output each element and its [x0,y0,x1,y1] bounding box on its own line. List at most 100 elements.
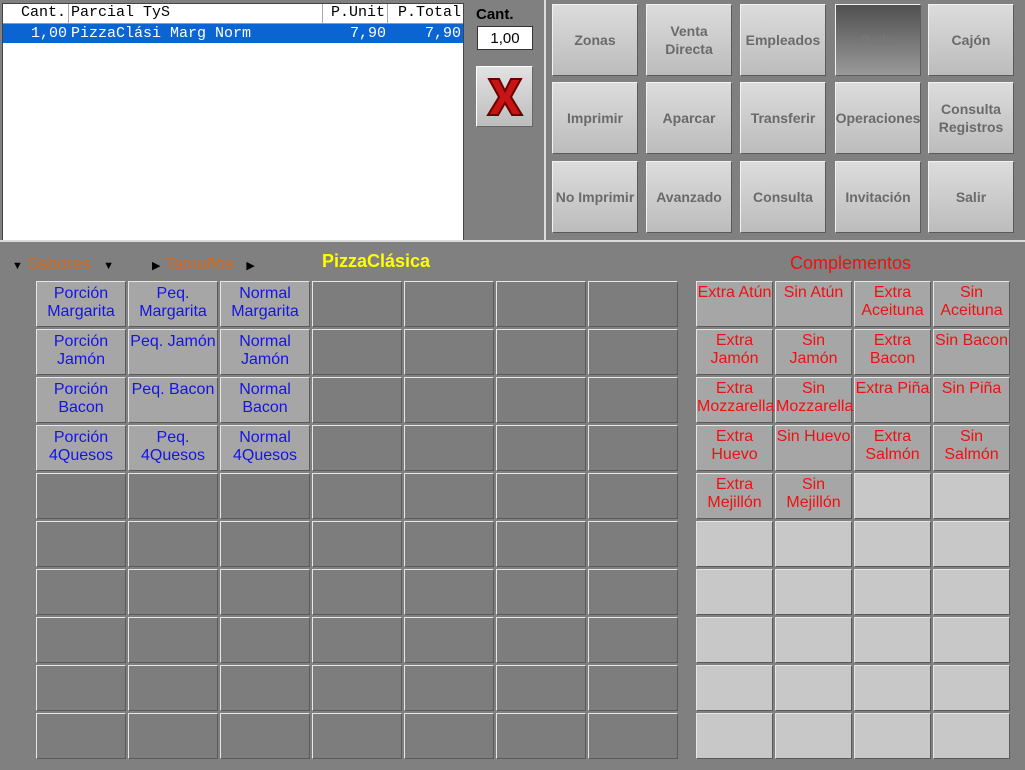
empty-complement-slot [775,569,852,615]
sizes-selector[interactable]: ▶ Tamaños ▶ [152,254,255,274]
empty-product-slot [220,521,310,567]
empty-product-slot [36,617,126,663]
product-button-normal-jamon[interactable]: Normal Jamón [220,329,310,375]
empty-complement-slot [854,665,931,711]
empty-complement-slot [854,521,931,567]
complement-button-extra-jamon[interactable]: Extra Jamón [696,329,773,375]
complement-button-sin-jamon[interactable]: Sin Jamón [775,329,852,375]
empty-complement-slot [775,713,852,759]
product-button-porcion-bacon[interactable]: Porción Bacon [36,377,126,423]
empty-product-slot [128,665,218,711]
complements-title: Complementos [790,253,912,273]
consulta-button[interactable]: Consulta [740,161,826,233]
zonas-button[interactable]: Zonas [552,4,638,76]
empty-product-slot [128,617,218,663]
empty-product-slot [496,521,586,567]
empty-product-slot [496,473,586,519]
empty-product-slot [312,473,402,519]
empty-product-slot [496,713,586,759]
complement-button-sin-salmon[interactable]: Sin Salmón [933,425,1010,471]
aparcar-button[interactable]: Aparcar [646,82,732,154]
complement-button-extra-aceituna[interactable]: Extra Aceituna [854,281,931,327]
operaciones-button[interactable]: Operaciones [835,82,921,154]
quantity-label: Cant. [476,6,514,23]
invitacion-button[interactable]: Invitación [835,161,921,233]
cajon-button[interactable]: Cajón [928,4,1014,76]
empty-product-slot [220,665,310,711]
complement-button-extra-atun[interactable]: Extra Atún [696,281,773,327]
empty-product-slot [36,713,126,759]
imprimir-button[interactable]: Imprimir [552,82,638,154]
section-divider [0,240,1025,242]
delete-line-button[interactable] [476,66,533,127]
red-x-icon [485,77,524,116]
product-button-peq-4quesos[interactable]: Peq. 4Quesos [128,425,218,471]
venta-directa-button[interactable]: Venta Directa [646,4,732,76]
empty-product-slot [404,569,494,615]
empty-complement-slot [933,665,1010,711]
salir-button[interactable]: Salir [928,161,1014,233]
ticket-header-row: Cant. Parcial TyS P.Unit P.Total [3,4,463,24]
empleados-button[interactable]: Empleados [740,4,826,76]
sizes-label: Tamaños [164,254,234,273]
empty-product-slot [588,473,678,519]
empty-product-slot [220,617,310,663]
empty-product-slot [496,425,586,471]
complement-button-sin-bacon[interactable]: Sin Bacon [933,329,1010,375]
product-family-title: PizzaClásica [322,251,431,271]
complement-button-sin-mejillon[interactable]: Sin Mejillón [775,473,852,519]
ticket-row[interactable]: 1,00 PizzaClási Marg Norm 7,90 7,90 [3,24,463,43]
pedir-button[interactable]: Pedir [835,4,921,76]
complement-button-extra-mejillon[interactable]: Extra Mejillón [696,473,773,519]
complement-button-sin-mozzarella[interactable]: Sin Mozzarella [775,377,853,423]
product-button-porcion-jamon[interactable]: Porción Jamón [36,329,126,375]
complement-button-extra-mozzarella[interactable]: Extra Mozzarella [696,377,774,423]
complement-button-sin-huevo[interactable]: Sin Huevo [775,425,852,471]
empty-complement-slot [933,569,1010,615]
complement-button-extra-bacon[interactable]: Extra Bacon [854,329,931,375]
empty-complement-slot [696,713,773,759]
empty-product-slot [128,473,218,519]
quantity-input[interactable] [477,26,533,50]
complement-button-extra-salmon[interactable]: Extra Salmón [854,425,931,471]
product-button-peq-margarita[interactable]: Peq. Margarita [128,281,218,327]
caret-right-icon: ▶ [152,260,161,272]
empty-product-slot [404,665,494,711]
caret-down-icon: ▼ [103,260,115,272]
empty-product-slot [36,569,126,615]
empty-product-slot [588,713,678,759]
empty-product-slot [220,713,310,759]
complement-button-extra-huevo[interactable]: Extra Huevo [696,425,773,471]
product-button-porcion-4quesos[interactable]: Porción 4Quesos [36,425,126,471]
product-button-peq-jamon[interactable]: Peq. Jamón [128,329,218,375]
column-header-total-price[interactable]: P.Total [388,4,463,23]
column-header-description[interactable]: Parcial TyS [69,4,323,23]
product-button-normal-4quesos[interactable]: Normal 4Quesos [220,425,310,471]
column-header-qty[interactable]: Cant. [3,4,69,23]
complement-button-extra-pina[interactable]: Extra Piña [854,377,931,423]
empty-product-slot [496,377,586,423]
product-button-normal-margarita[interactable]: Normal Margarita [220,281,310,327]
empty-product-slot [128,521,218,567]
empty-product-slot [404,521,494,567]
complement-button-sin-atun[interactable]: Sin Atún [775,281,852,327]
empty-product-slot [128,569,218,615]
transferir-button[interactable]: Transferir [740,82,826,154]
empty-product-slot [312,617,402,663]
empty-product-slot [36,473,126,519]
empty-product-slot [404,329,494,375]
product-button-normal-bacon[interactable]: Normal Bacon [220,377,310,423]
empty-complement-slot [854,617,931,663]
complement-button-sin-aceituna[interactable]: Sin Aceituna [933,281,1010,327]
product-button-peq-bacon[interactable]: Peq. Bacon [128,377,218,423]
column-header-unit-price[interactable]: P.Unit [323,4,388,23]
consulta-registros-button[interactable]: Consulta Registros [928,82,1014,154]
flavors-dropdown[interactable]: ▼ Sabores ▼ [12,254,114,274]
avanzado-button[interactable]: Avanzado [646,161,732,233]
empty-product-slot [496,617,586,663]
no-imprimir-button[interactable]: No Imprimir [552,161,638,233]
product-button-porcion-margarita[interactable]: Porción Margarita [36,281,126,327]
complement-button-sin-pina[interactable]: Sin Piña [933,377,1010,423]
caret-down-icon: ▼ [12,260,23,272]
empty-complement-slot [933,521,1010,567]
